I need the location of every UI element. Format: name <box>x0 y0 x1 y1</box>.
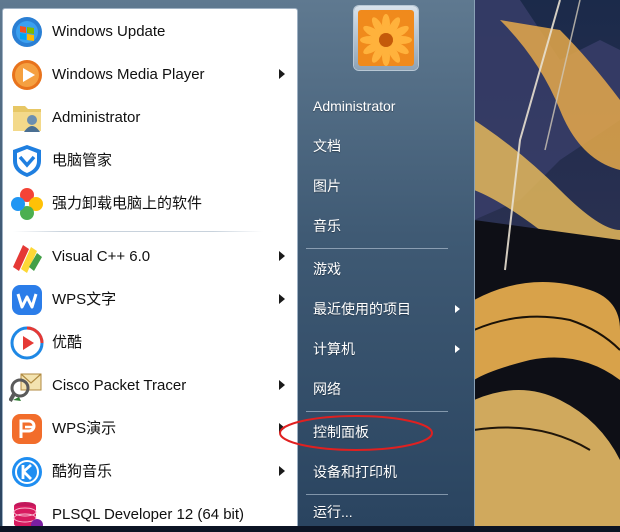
submenu-arrow-icon <box>455 305 460 313</box>
highlight-ellipse <box>279 415 433 451</box>
program-wps-presentation[interactable]: WPS演示 <box>3 408 297 450</box>
programs-separator <box>13 231 263 232</box>
youku-icon <box>10 326 44 360</box>
program-label: Windows Update <box>52 23 166 40</box>
link-administrator[interactable]: Administrator <box>313 86 395 126</box>
link-label: 图片 <box>313 178 341 194</box>
program-label: Windows Media Player <box>52 66 205 83</box>
link-games[interactable]: 游戏 <box>313 249 341 289</box>
program-windows-media-player[interactable]: Windows Media Player <box>3 54 297 96</box>
program-administrator[interactable]: Administrator <box>3 97 297 139</box>
program-kugou[interactable]: 酷狗音乐 <box>3 451 297 493</box>
submenu-arrow-icon <box>279 466 285 476</box>
link-run[interactable]: 运行... <box>313 492 353 532</box>
link-label: Administrator <box>313 98 396 114</box>
program-label: 强力卸载电脑上的软件 <box>52 195 203 212</box>
link-label: 网络 <box>313 381 341 397</box>
program-visual-cpp[interactable]: Visual C++ 6.0 <box>3 236 297 278</box>
windows-update-icon <box>12 17 42 47</box>
link-label: 文档 <box>313 138 341 154</box>
link-label: 运行... <box>313 504 353 520</box>
program-uninstaller[interactable]: 强力卸载电脑上的软件 <box>3 183 297 225</box>
submenu-arrow-icon <box>279 251 285 261</box>
media-player-icon <box>12 60 42 90</box>
uninstaller-icon <box>11 188 43 220</box>
link-label: 最近使用的项目 <box>313 301 411 317</box>
submenu-arrow-icon <box>279 380 285 390</box>
kugou-icon <box>12 457 42 487</box>
programs-panel: Windows Update Windows Media Player Admi… <box>2 8 298 526</box>
tencent-pc-manager-icon <box>13 145 41 177</box>
program-label: Cisco Packet Tracer <box>52 377 187 394</box>
program-label: 电脑管家 <box>52 152 113 169</box>
program-label: Administrator <box>52 109 141 126</box>
program-label: PLSQL Developer 12 (64 bit) <box>52 506 245 523</box>
plsql-icon <box>13 502 43 526</box>
link-devices-printers[interactable]: 设备和打印机 <box>313 452 397 492</box>
user-picture[interactable] <box>354 6 418 70</box>
link-label: 游戏 <box>313 261 341 277</box>
program-youku[interactable]: 优酷 <box>3 322 297 364</box>
link-label: 设备和打印机 <box>313 464 397 480</box>
program-label: Visual C++ 6.0 <box>52 248 151 265</box>
submenu-arrow-icon <box>279 294 285 304</box>
program-label: WPS文字 <box>52 291 117 308</box>
program-wps-writer[interactable]: WPS文字 <box>3 279 297 321</box>
user-folder-icon <box>13 106 41 132</box>
program-label: 酷狗音乐 <box>52 463 113 480</box>
program-label: WPS演示 <box>52 420 117 437</box>
visual-cpp-icon <box>13 245 42 273</box>
link-documents[interactable]: 文档 <box>313 126 341 166</box>
submenu-arrow-icon <box>279 69 285 79</box>
link-label: 计算机 <box>313 341 355 357</box>
packet-tracer-icon <box>9 373 42 402</box>
wps-writer-icon <box>12 285 42 315</box>
program-windows-update[interactable]: Windows Update <box>3 11 297 53</box>
link-network[interactable]: 网络 <box>313 369 341 409</box>
link-music[interactable]: 音乐 <box>313 206 341 246</box>
flower-picture-icon <box>358 10 414 66</box>
program-tencent-pc-manager[interactable]: 电脑管家 <box>3 140 297 182</box>
program-packet-tracer[interactable]: Cisco Packet Tracer <box>3 365 297 407</box>
wps-presentation-icon <box>12 414 42 444</box>
link-label: 音乐 <box>313 218 341 234</box>
link-computer[interactable]: 计算机 <box>313 329 460 369</box>
program-plsql-developer[interactable]: PLSQL Developer 12 (64 bit) <box>3 494 297 526</box>
program-label: 优酷 <box>52 334 83 351</box>
link-pictures[interactable]: 图片 <box>313 166 341 206</box>
link-recent-items[interactable]: 最近使用的项目 <box>313 289 460 329</box>
submenu-arrow-icon <box>455 345 460 353</box>
